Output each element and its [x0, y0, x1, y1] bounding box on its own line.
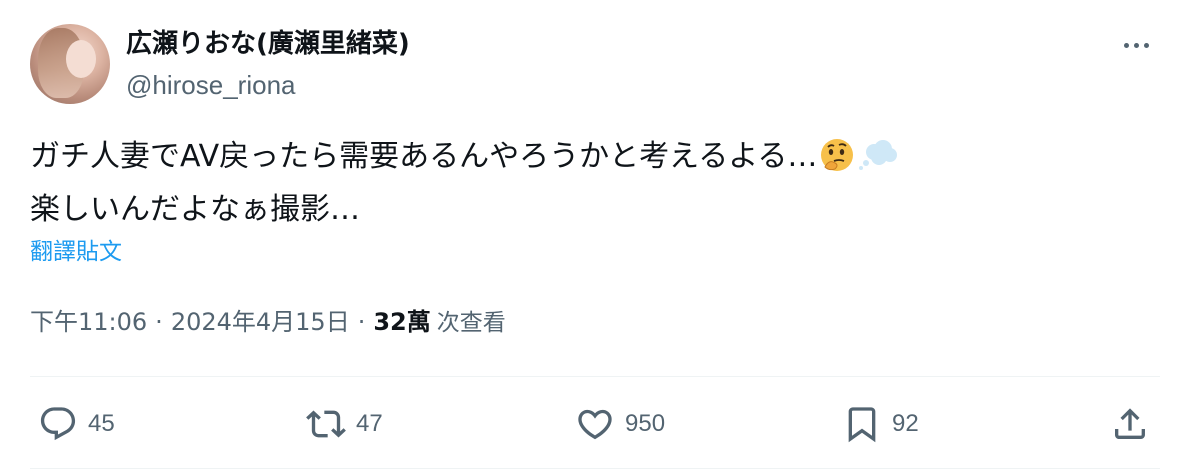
bookmark-icon [848, 407, 876, 443]
user-handle[interactable]: @hirose_riona [126, 70, 295, 100]
thinking-face-icon [819, 137, 855, 187]
display-name[interactable]: 広瀬りおな(廣瀬里緒菜) [126, 28, 410, 60]
views-label: 次查看 [436, 310, 506, 336]
reply-icon [40, 407, 76, 441]
bookmark-button[interactable]: 92 [842, 400, 919, 448]
divider [30, 468, 1160, 469]
retweet-count: 47 [356, 410, 383, 437]
tweet: 広瀬りおな(廣瀬里緒菜) @hirose_riona ガチ人妻でAV戻ったら需要… [0, 0, 1190, 474]
reply-button[interactable]: 45 [38, 400, 115, 448]
more-horizontal-icon [1123, 42, 1149, 48]
share-icon [1115, 408, 1145, 439]
retweet-icon [306, 410, 346, 438]
divider [30, 376, 1160, 377]
more-button[interactable] [1114, 30, 1158, 60]
tweet-time[interactable]: 下午11:06 [30, 308, 147, 336]
tweet-line-1: ガチ人妻でAV戻ったら需要あるんやろうかと考えるよる… [30, 134, 1140, 187]
tweet-date[interactable]: 2024年4月15日 [171, 308, 350, 336]
retweet-button[interactable]: 47 [306, 400, 383, 448]
views-count: 32萬 [373, 308, 431, 336]
translate-link[interactable]: 翻譯貼文 [30, 237, 122, 267]
tweet-meta: 下午11:06 · 2024年4月15日 · 32萬 次查看 [30, 305, 506, 340]
action-bar: 45 47 950 92 [0, 400, 1190, 448]
heart-icon [578, 409, 612, 440]
bookmark-count: 92 [892, 410, 919, 437]
like-count: 950 [625, 410, 666, 437]
tweet-line-1-text: ガチ人妻でAV戻ったら需要あるんやろうかと考えるよる… [30, 139, 818, 174]
share-button[interactable] [1110, 400, 1150, 448]
reply-count: 45 [88, 410, 115, 437]
tweet-line-2: 楽しいんだよなぁ撮影… [30, 192, 360, 227]
meta-separator: · [357, 308, 366, 336]
meta-separator: · [155, 308, 163, 336]
avatar[interactable] [30, 24, 110, 104]
tweet-text: ガチ人妻でAV戻ったら需要あるんやろうかと考えるよる… 楽しいんだよなぁ撮影… [30, 134, 1140, 233]
avatar-face [66, 40, 96, 78]
thought-balloon-icon [857, 137, 899, 187]
like-button[interactable]: 950 [575, 400, 665, 448]
